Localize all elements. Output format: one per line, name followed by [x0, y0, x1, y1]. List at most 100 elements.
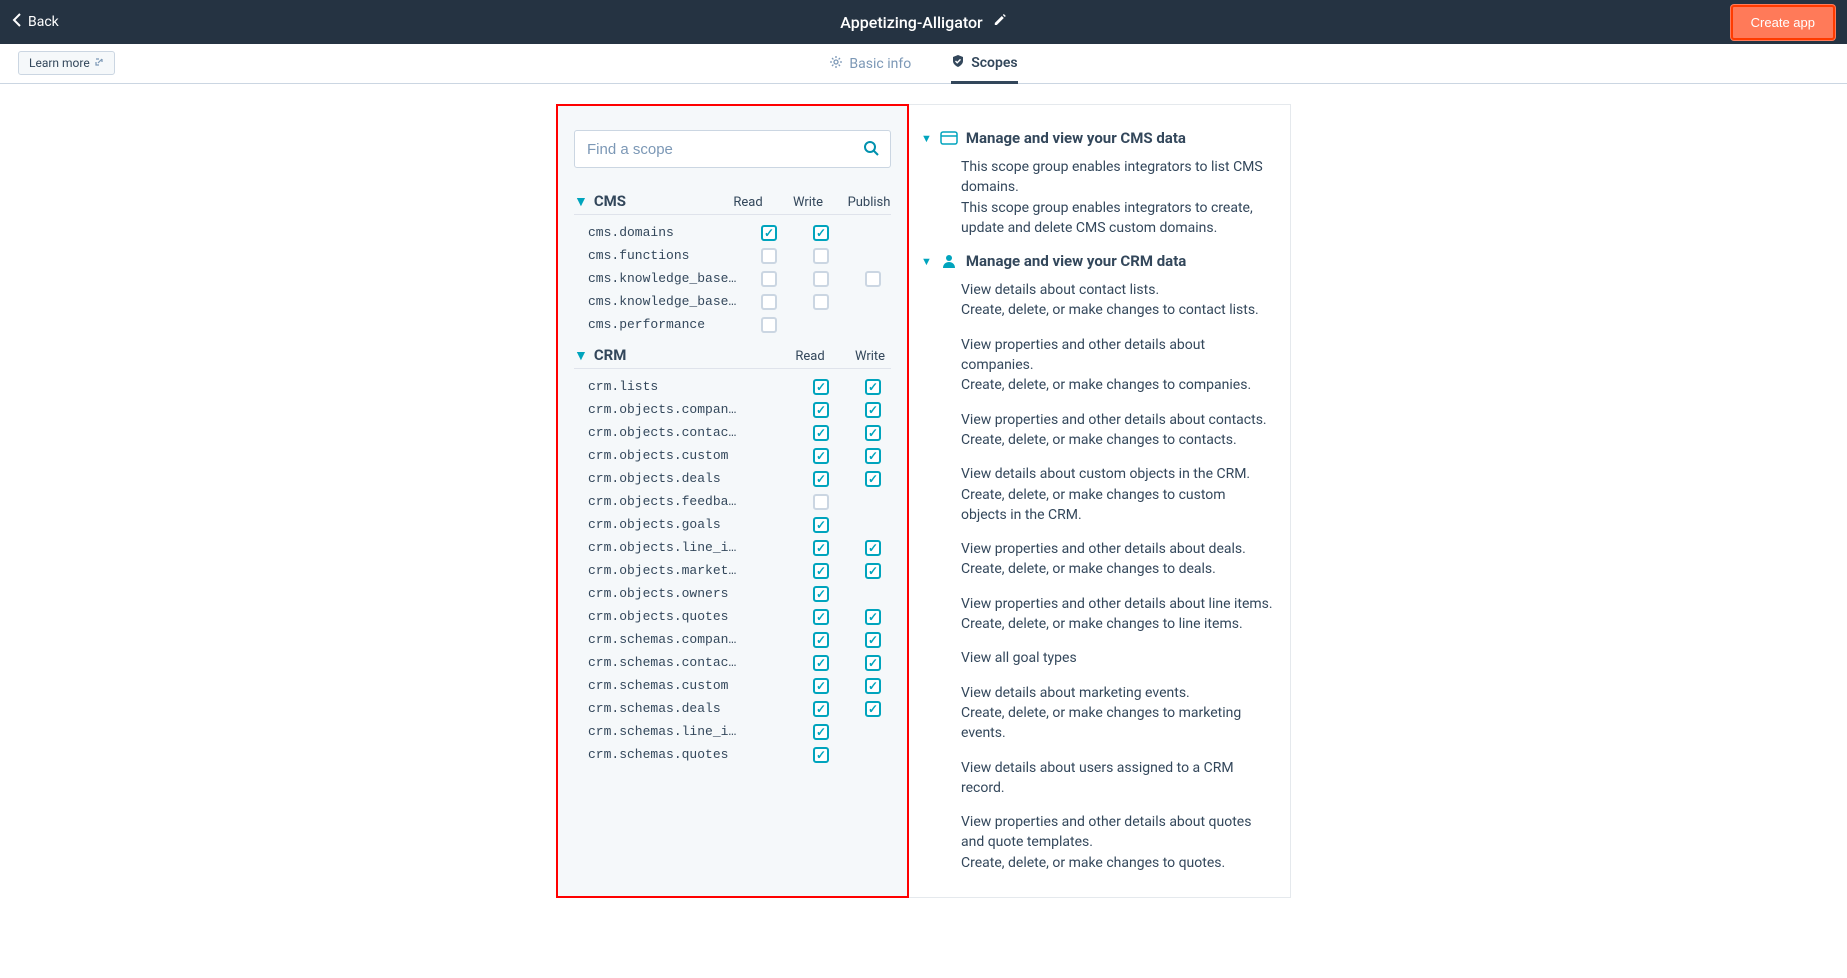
desc-line: Create, delete, or make changes to custo…: [961, 485, 1274, 526]
desc-line: View details about contact lists.: [961, 280, 1274, 300]
checkbox-read[interactable]: [761, 317, 777, 333]
scope-name: crm.schemas.compani…: [588, 632, 738, 647]
scope-row: crm.lists: [574, 375, 891, 398]
checkbox-write[interactable]: [865, 379, 881, 395]
scope-name: crm.objects.owners: [588, 586, 738, 601]
desc-line: This scope group enables integrators to …: [961, 157, 1274, 198]
app-title: Appetizing-Alligator: [840, 13, 982, 32]
checkbox-read[interactable]: [813, 540, 829, 556]
checkbox-read[interactable]: [813, 379, 829, 395]
checkbox-read[interactable]: [813, 609, 829, 625]
checkbox-read[interactable]: [761, 294, 777, 310]
tab-scopes[interactable]: Scopes: [951, 44, 1017, 84]
learn-more-button[interactable]: Learn more: [18, 51, 115, 75]
external-link-icon: [94, 56, 104, 70]
checkbox-write[interactable]: [813, 248, 829, 264]
chevron-down-icon[interactable]: ▼: [921, 132, 932, 145]
search-input[interactable]: [574, 130, 891, 168]
desc-line: Create, delete, or make changes to line …: [961, 614, 1274, 634]
person-icon: [940, 252, 958, 270]
desc-line: View details about marketing events.: [961, 683, 1274, 703]
col-read: Read: [789, 349, 831, 364]
scope-name: crm.objects.custom: [588, 448, 738, 463]
checkbox-publish[interactable]: [865, 271, 881, 287]
scopes-panel: ▼CMSReadWritePublishcms.domainscms.funct…: [556, 104, 909, 898]
group-title[interactable]: CMS: [594, 192, 626, 210]
checkbox-write[interactable]: [813, 271, 829, 287]
scope-name: cms.knowledge_base.…: [588, 271, 738, 286]
desc-line: View properties and other details about …: [961, 410, 1274, 430]
checkbox-write[interactable]: [865, 701, 881, 717]
scope-row: cms.functions: [574, 244, 891, 267]
checkbox-write[interactable]: [865, 609, 881, 625]
checkbox-write[interactable]: [813, 225, 829, 241]
checkbox-read[interactable]: [761, 225, 777, 241]
col-write: Write: [787, 195, 829, 210]
scope-row: crm.objects.line_it…: [574, 536, 891, 559]
checkbox-read[interactable]: [813, 425, 829, 441]
checkbox-read[interactable]: [813, 448, 829, 464]
window-icon: [940, 129, 958, 147]
checkbox-read[interactable]: [813, 402, 829, 418]
gear-icon: [829, 55, 843, 73]
group-title[interactable]: CRM: [594, 346, 627, 364]
desc-line: Create, delete, or make changes to marke…: [961, 703, 1274, 744]
scope-row: crm.objects.goals: [574, 513, 891, 536]
desc-line: Create, delete, or make changes to conta…: [961, 430, 1274, 450]
search-icon[interactable]: [863, 140, 879, 160]
create-app-button[interactable]: Create app: [1731, 5, 1835, 40]
desc-crm-title: Manage and view your CRM data: [966, 252, 1186, 270]
scope-row: crm.objects.feedbac…: [574, 490, 891, 513]
caret-down-icon[interactable]: ▼: [574, 193, 588, 210]
scope-row: crm.schemas.quotes: [574, 743, 891, 766]
checkbox-read[interactable]: [813, 471, 829, 487]
col-read: Read: [727, 195, 769, 210]
checkbox-read[interactable]: [813, 678, 829, 694]
scope-name: cms.performance: [588, 317, 738, 332]
desc-line: View properties and other details about …: [961, 539, 1274, 559]
checkbox-read[interactable]: [813, 747, 829, 763]
checkbox-write[interactable]: [813, 294, 829, 310]
checkbox-write[interactable]: [865, 471, 881, 487]
checkbox-read[interactable]: [813, 655, 829, 671]
checkbox-read[interactable]: [761, 248, 777, 264]
caret-down-icon[interactable]: ▼: [574, 347, 588, 364]
checkbox-read[interactable]: [813, 701, 829, 717]
scope-name: crm.schemas.contacts: [588, 655, 738, 670]
desc-line: View all goal types: [961, 648, 1274, 668]
checkbox-read[interactable]: [813, 563, 829, 579]
checkbox-write[interactable]: [865, 402, 881, 418]
back-button[interactable]: Back: [12, 13, 59, 31]
tab-basic-info[interactable]: Basic info: [829, 44, 911, 84]
checkbox-write[interactable]: [865, 540, 881, 556]
checkbox-write[interactable]: [865, 448, 881, 464]
scope-name: crm.schemas.deals: [588, 701, 738, 716]
scope-row: crm.schemas.custom: [574, 674, 891, 697]
desc-cms-title: Manage and view your CMS data: [966, 129, 1186, 147]
checkbox-write[interactable]: [865, 678, 881, 694]
chevron-left-icon: [12, 13, 22, 31]
checkbox-write[interactable]: [865, 563, 881, 579]
checkbox-read[interactable]: [813, 517, 829, 533]
scope-name: crm.objects.feedbac…: [588, 494, 738, 509]
checkbox-read[interactable]: [761, 271, 777, 287]
scope-row: crm.objects.custom: [574, 444, 891, 467]
scope-name: cms.functions: [588, 248, 738, 263]
checkbox-read[interactable]: [813, 586, 829, 602]
desc-line: View details about custom objects in the…: [961, 464, 1274, 484]
checkbox-read[interactable]: [813, 494, 829, 510]
checkbox-read[interactable]: [813, 632, 829, 648]
scope-name: crm.objects.deals: [588, 471, 738, 486]
chevron-down-icon[interactable]: ▼: [921, 255, 932, 268]
desc-line: View properties and other details about …: [961, 335, 1274, 376]
checkbox-write[interactable]: [865, 655, 881, 671]
scope-name: crm.objects.compani…: [588, 402, 738, 417]
checkbox-read[interactable]: [813, 724, 829, 740]
scope-row: crm.schemas.deals: [574, 697, 891, 720]
edit-icon[interactable]: [993, 13, 1007, 31]
checkbox-write[interactable]: [865, 425, 881, 441]
checkbox-write[interactable]: [865, 632, 881, 648]
scope-name: crm.objects.contacts: [588, 425, 738, 440]
scope-name: crm.schemas.custom: [588, 678, 738, 693]
scope-row: crm.objects.marketi…: [574, 559, 891, 582]
